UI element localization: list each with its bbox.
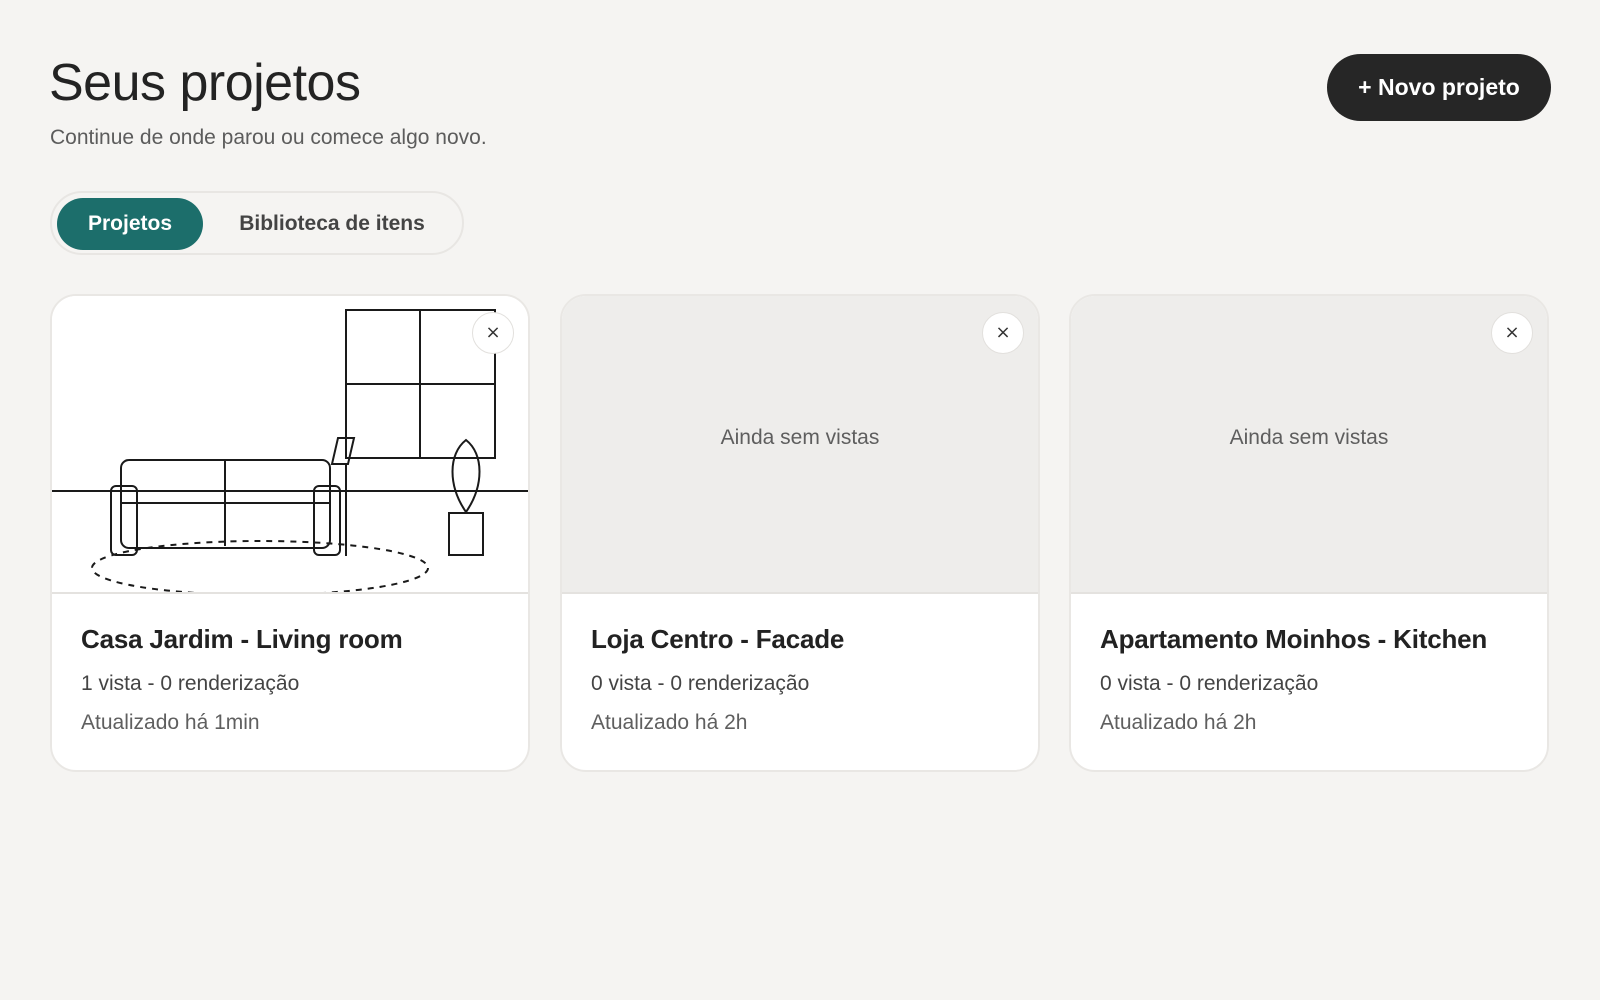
project-card-loja-centro[interactable]: Ainda sem vistas × Loja Centro - Facade …: [560, 294, 1040, 772]
card-title: Casa Jardim - Living room: [81, 624, 403, 654]
card-title: Loja Centro - Facade: [591, 624, 845, 654]
tab-projects[interactable]: Projetos: [57, 198, 203, 250]
empty-preview-label: Ainda sem vistas: [720, 426, 880, 449]
card-preview: Ainda sem vistas ×: [562, 296, 1038, 594]
tab-switcher: Projetos Biblioteca de itens: [50, 191, 464, 255]
card-meta: 0 vista - 0 renderização: [1100, 672, 1319, 695]
tab-item-library[interactable]: Biblioteca de itens: [217, 198, 447, 250]
card-updated: Atualizado há 1min: [81, 711, 260, 734]
delete-project-close-icon[interactable]: ×: [982, 312, 1024, 354]
card-updated: Atualizado há 2h: [1100, 711, 1257, 734]
delete-project-close-icon[interactable]: ×: [472, 312, 514, 354]
living-room-sketch-image: [52, 309, 528, 592]
new-project-button[interactable]: + Novo projeto: [1327, 54, 1551, 121]
page-subtitle: Continue de onde parou ou comece algo no…: [50, 126, 487, 149]
delete-project-close-icon[interactable]: ×: [1491, 312, 1533, 354]
card-preview: ×: [52, 296, 528, 594]
card-updated: Atualizado há 2h: [591, 711, 748, 734]
card-preview: Ainda sem vistas ×: [1071, 296, 1547, 594]
projects-page: Seus projetos Continue de onde parou ou …: [0, 0, 1600, 1000]
project-card-apartamento-moinhos[interactable]: Ainda sem vistas × Apartamento Moinhos -…: [1069, 294, 1549, 772]
card-meta: 1 vista - 0 renderização: [81, 672, 300, 695]
empty-preview-label: Ainda sem vistas: [1229, 426, 1389, 449]
page-title: Seus projetos: [49, 54, 361, 112]
project-card-casa-jardim[interactable]: × Casa Jardim - Living room 1 vista - 0 …: [50, 294, 530, 772]
card-title: Apartamento Moinhos - Kitchen: [1100, 624, 1488, 654]
card-meta: 0 vista - 0 renderização: [591, 672, 810, 695]
